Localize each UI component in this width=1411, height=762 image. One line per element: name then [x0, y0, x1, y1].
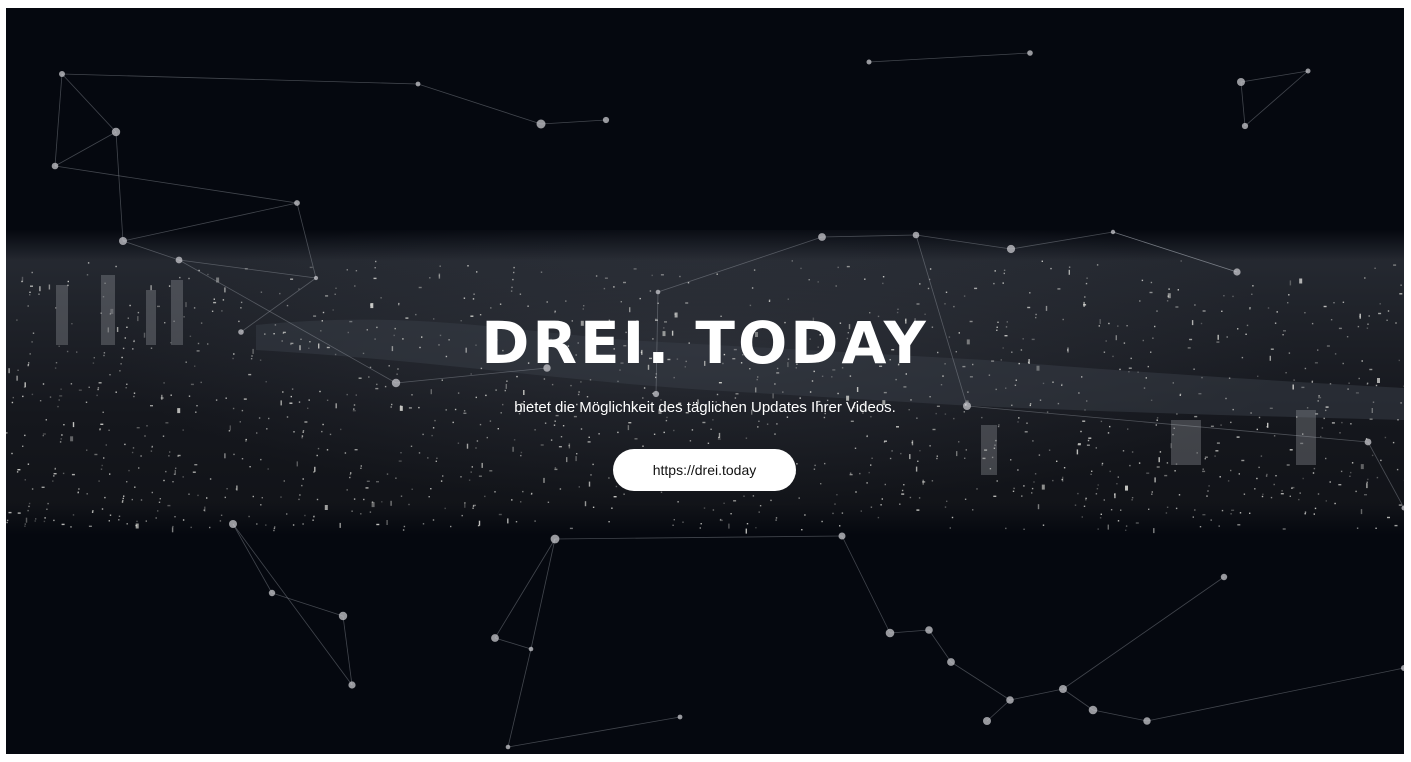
network-lines-overlay [51, 50, 1404, 750]
site-tagline: bietet die Möglichkeit des täglichen Upd… [514, 399, 896, 416]
website-link-button[interactable]: https://drei.today [613, 449, 796, 491]
hero-banner: DREI. TODAY bietet die Möglichkeit des t… [6, 8, 1404, 754]
site-title: DREI. TODAY [481, 309, 929, 377]
